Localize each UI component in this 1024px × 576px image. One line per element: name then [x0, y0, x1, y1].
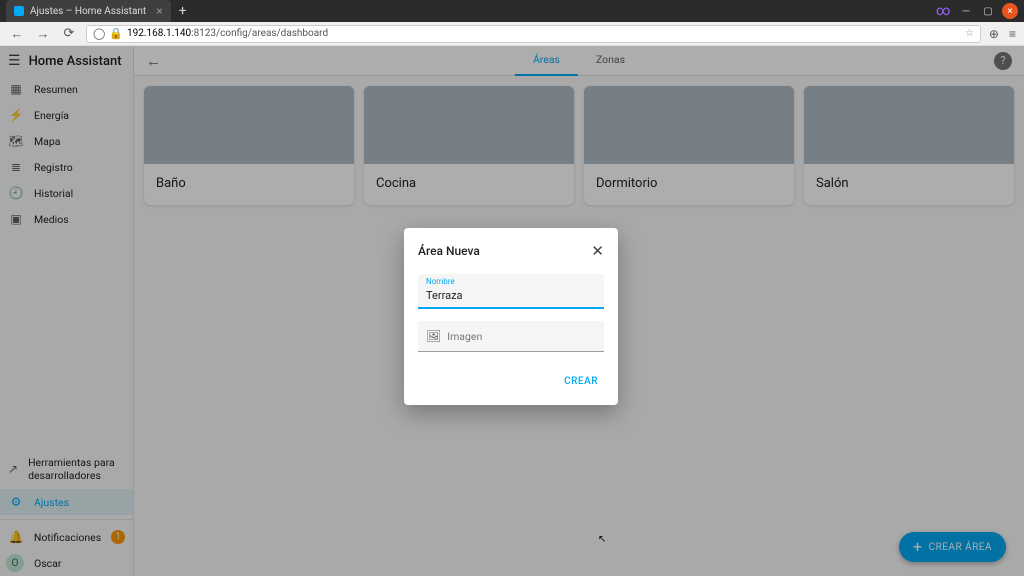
field-label: Imagen	[447, 330, 482, 343]
extension-icon[interactable]: ∞	[936, 5, 952, 17]
minimize-button[interactable]: ─	[958, 4, 974, 18]
image-icon: 🖼	[426, 329, 441, 343]
create-button[interactable]: CREAR	[558, 372, 604, 391]
name-field[interactable]: Nombre	[418, 274, 604, 309]
window-close-button[interactable]: ×	[1002, 3, 1018, 19]
new-tab-button[interactable]: +	[179, 3, 187, 19]
new-area-dialog: Área Nueva ✕ Nombre 🖼 Imagen CREAR	[404, 228, 618, 405]
bookmark-icon[interactable]: ☆	[965, 28, 974, 39]
save-icon[interactable]: ⊕	[989, 27, 999, 41]
maximize-button[interactable]: ▢	[980, 4, 996, 18]
browser-tab-bar: Ajustes – Home Assistant × + ∞ ─ ▢ ×	[0, 0, 1024, 22]
url-text: 192.168.1.140:8123/config/areas/dashboar…	[127, 28, 328, 39]
reload-button[interactable]: ⟳	[60, 26, 78, 41]
dialog-title: Área Nueva	[418, 244, 480, 258]
name-input[interactable]	[426, 289, 596, 302]
tab-favicon	[14, 6, 24, 16]
close-icon[interactable]: ×	[156, 4, 162, 18]
back-button[interactable]: ←	[8, 26, 26, 42]
image-field[interactable]: 🖼 Imagen	[418, 321, 604, 352]
address-bar[interactable]: ◯ 🔒 192.168.1.140:8123/config/areas/dash…	[86, 25, 981, 43]
close-icon[interactable]: ✕	[591, 242, 604, 260]
menu-icon[interactable]: ≡	[1009, 27, 1016, 41]
forward-button[interactable]: →	[34, 26, 52, 42]
insecure-icon: 🔒	[109, 27, 123, 40]
browser-tab[interactable]: Ajustes – Home Assistant ×	[6, 0, 171, 22]
browser-toolbar: ← → ⟳ ◯ 🔒 192.168.1.140:8123/config/area…	[0, 22, 1024, 46]
shield-icon: ◯	[93, 27, 105, 40]
tab-title: Ajustes – Home Assistant	[30, 6, 146, 17]
field-label: Nombre	[426, 277, 455, 286]
